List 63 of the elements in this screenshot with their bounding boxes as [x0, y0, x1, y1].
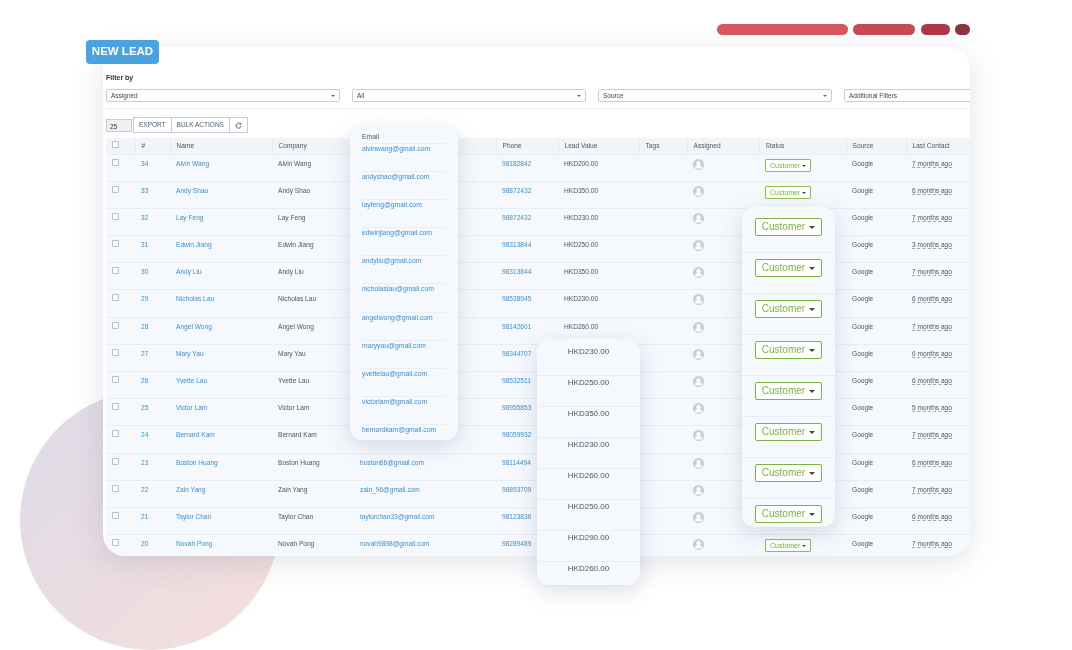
caret-icon — [809, 266, 816, 270]
row-checkbox[interactable] — [112, 212, 119, 220]
lead-value-text: HKD250.00 — [567, 378, 610, 387]
row-checkbox[interactable] — [112, 240, 119, 248]
avatar-icon — [693, 267, 704, 279]
row-checkbox[interactable] — [112, 158, 119, 166]
lead-value-text: HKD260.00 — [567, 471, 610, 480]
avatar-icon — [693, 212, 704, 224]
caret-icon — [809, 348, 816, 352]
row-checkbox[interactable] — [112, 430, 119, 438]
status-dropdown[interactable]: Customer — [754, 505, 823, 523]
row-checkbox[interactable] — [112, 348, 119, 356]
status-dropdown[interactable]: Customer — [754, 382, 823, 400]
status-dropdown[interactable]: Customer — [754, 218, 823, 236]
avatar-icon — [693, 294, 704, 306]
new-lead-button[interactable]: NEW LEAD — [86, 40, 159, 64]
row-checkbox[interactable] — [112, 457, 119, 465]
lead-value-text: HKD230.00 — [567, 347, 610, 356]
avatar-icon — [693, 430, 704, 442]
row-checkbox[interactable] — [112, 267, 119, 275]
row-checkbox[interactable] — [112, 511, 119, 519]
row-checkbox[interactable] — [112, 539, 119, 547]
caret-icon — [802, 191, 807, 194]
caret-icon — [809, 512, 816, 516]
row-checkbox[interactable] — [112, 185, 119, 193]
lead-value-text: HKD350.00 — [567, 409, 610, 418]
avatar-icon — [693, 240, 704, 252]
caret-icon — [809, 430, 816, 434]
status-dropdown[interactable]: Customer — [754, 341, 823, 359]
caret-icon — [809, 225, 816, 229]
avatar-icon — [693, 376, 704, 387]
avatar-icon — [693, 457, 704, 469]
refresh-icon — [234, 121, 242, 129]
caret-icon — [809, 389, 816, 393]
avatar-icon — [693, 321, 704, 333]
avatar-icon — [693, 348, 704, 360]
row-checkbox[interactable] — [112, 376, 119, 383]
decorative-bar — [921, 24, 950, 35]
avatar-icon — [693, 539, 704, 551]
avatar-icon — [693, 158, 704, 170]
avatar-icon — [693, 403, 704, 415]
caret-icon — [809, 471, 816, 475]
caret-icon — [809, 307, 816, 311]
status-dropdown[interactable]: Customer — [754, 259, 823, 277]
select-all-checkbox[interactable] — [112, 140, 119, 148]
row-checkbox[interactable] — [112, 294, 119, 302]
avatar-icon — [693, 185, 704, 197]
lead-value-text: HKD230.00 — [567, 440, 610, 449]
row-checkbox[interactable] — [112, 321, 119, 329]
status-dropdown[interactable]: Customer — [754, 300, 823, 318]
row-checkbox[interactable] — [112, 484, 119, 492]
avatar-icon — [693, 511, 704, 523]
caret-icon — [802, 164, 807, 167]
lead-value-text: HKD250.00 — [567, 502, 610, 511]
avatar-icon — [693, 484, 704, 496]
lead-value-text: HKD260.00 — [567, 564, 610, 573]
row-checkbox[interactable] — [112, 403, 119, 411]
decorative-bar — [853, 24, 915, 35]
lead-value-text: HKD290.00 — [567, 533, 610, 542]
caret-icon — [802, 545, 807, 548]
status-dropdown[interactable]: Customer — [754, 423, 823, 441]
status-dropdown[interactable]: Customer — [754, 464, 823, 482]
decorative-bar — [955, 24, 970, 35]
